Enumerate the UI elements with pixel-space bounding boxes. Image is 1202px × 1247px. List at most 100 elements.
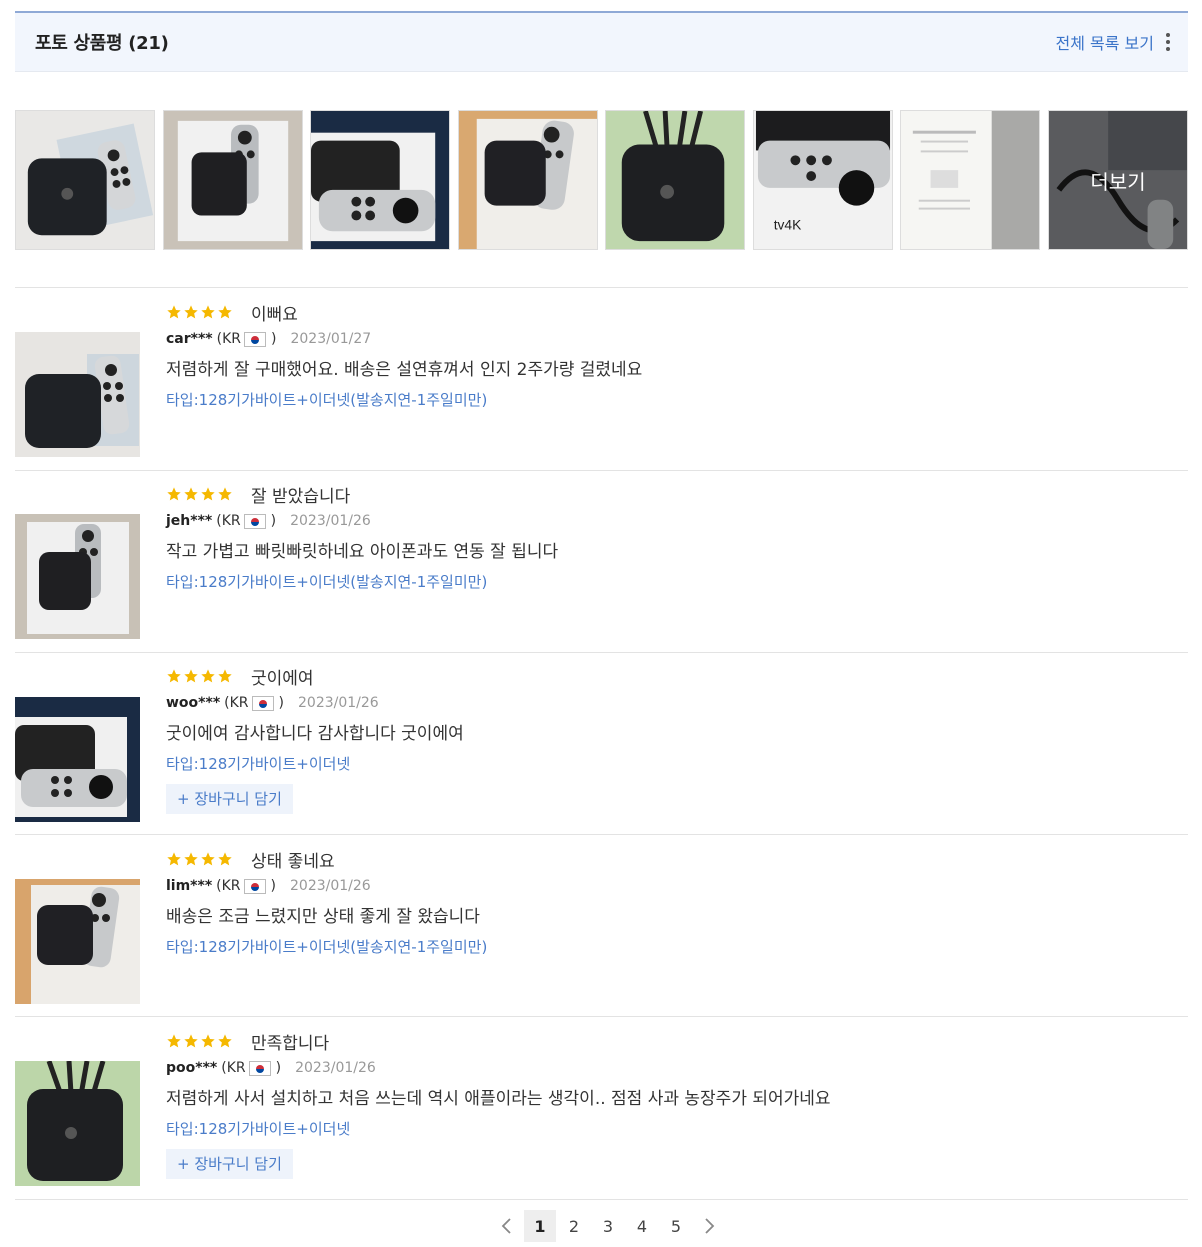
- gallery-photo[interactable]: [15, 110, 155, 250]
- apple-tv-package-open-icon: [459, 111, 597, 249]
- page-1[interactable]: 1: [524, 1210, 556, 1242]
- star-icon: [218, 852, 232, 866]
- review-photo[interactable]: [15, 332, 140, 457]
- korea-flag-icon: [243, 513, 266, 529]
- divider: [15, 1016, 1188, 1017]
- star-icon: [218, 487, 232, 501]
- star-icon: [167, 669, 181, 683]
- divider: [15, 287, 1188, 288]
- photo-review-header: 포토 상품평 (21) 전체 목록 보기: [15, 11, 1188, 72]
- review-content: 굿이에여 감사합니다 감사합니다 굿이에여: [166, 724, 464, 744]
- korea-flag-icon: [243, 878, 266, 894]
- purchase-option: 타입:128기가바이트+이더넷: [166, 755, 351, 773]
- rating-stars: [166, 851, 233, 867]
- rating-stars: [166, 486, 233, 502]
- section-title: 포토 상품평 (21): [35, 33, 169, 54]
- apple-tv-box-and-remote-icon: [16, 111, 154, 249]
- star-icon: [201, 305, 215, 319]
- gallery-photo[interactable]: [458, 110, 598, 250]
- apple-tv-package-open-icon: [15, 879, 140, 1004]
- chevron-left-icon: [501, 1218, 511, 1234]
- star-icon: [201, 487, 215, 501]
- apple-tv-box-cables-icon: [15, 1061, 140, 1186]
- apple-tv-package-icon: [15, 514, 140, 639]
- star-icon: [218, 1034, 232, 1048]
- apple-tv-box-cables-icon: [606, 111, 744, 249]
- gallery-photo[interactable]: tv4K: [753, 110, 893, 250]
- review-user: woo***: [166, 695, 221, 711]
- more-label: 더보기: [1049, 111, 1187, 249]
- apple-tv-package-icon: [164, 111, 302, 249]
- star-icon: [184, 852, 198, 866]
- gallery-photo[interactable]: [605, 110, 745, 250]
- review-content: 저렴하게 잘 구매했어요. 배송은 설연휴껴서 인지 2주가량 걸렸네요: [166, 360, 643, 380]
- star-icon: [184, 669, 198, 683]
- country-code: KR: [221, 513, 241, 529]
- divider: [15, 470, 1188, 471]
- review-content: 작고 가볍고 빠릿빠릿하네요 아이폰과도 연동 잘 됩니다: [166, 542, 559, 562]
- documents-pack-icon: [901, 111, 1039, 249]
- star-icon: [167, 852, 181, 866]
- star-icon: [184, 487, 198, 501]
- review-user: car***: [166, 331, 213, 347]
- apple-tv-4k-box-icon: tv4K: [754, 111, 892, 249]
- purchase-option: 타입:128기가바이트+이더넷(발송지연-1주일미만): [166, 573, 488, 591]
- korea-flag-icon: [248, 1060, 271, 1076]
- page-4[interactable]: 4: [626, 1210, 658, 1242]
- review-photo[interactable]: [15, 1061, 140, 1186]
- gallery-photo[interactable]: [900, 110, 1040, 250]
- rating-stars: [166, 304, 233, 320]
- photo-gallery: tv4K 더보기: [15, 110, 1188, 250]
- review-user: poo***: [166, 1060, 218, 1076]
- review-photo[interactable]: [15, 697, 140, 822]
- korea-flag-icon: [244, 331, 267, 347]
- svg-text:tv4K: tv4K: [774, 217, 802, 232]
- star-icon: [218, 305, 232, 319]
- gallery-photo[interactable]: [310, 110, 450, 250]
- prev-page-button[interactable]: [491, 1210, 523, 1242]
- star-icon: [167, 487, 181, 501]
- star-icon: [201, 852, 215, 866]
- review-user: lim***: [166, 878, 213, 894]
- page-3[interactable]: 3: [592, 1210, 624, 1242]
- review-photo[interactable]: [15, 879, 140, 1004]
- review-content: 저렴하게 사서 설치하고 처음 쓰는데 역시 애플이라는 생각이.. 점점 사과…: [166, 1089, 831, 1109]
- star-icon: [167, 305, 181, 319]
- apple-tv-package-remote-icon: [15, 697, 140, 822]
- gallery-photo[interactable]: [163, 110, 303, 250]
- review-headline: 상태 좋네요: [251, 851, 335, 872]
- country-code: KR: [222, 331, 242, 347]
- star-icon: [184, 305, 198, 319]
- view-all-label: 전체 목록 보기: [1055, 34, 1155, 53]
- more-vertical-icon[interactable]: [1162, 33, 1174, 51]
- review-headline: 만족합니다: [251, 1033, 330, 1054]
- rating-stars: [166, 668, 233, 684]
- next-page-button[interactable]: [693, 1210, 725, 1242]
- country-code: KR: [221, 878, 241, 894]
- add-to-cart-button[interactable]: + 장바구니 담기: [166, 784, 293, 814]
- pagination: 1 2 3 4 5: [0, 1210, 1202, 1242]
- apple-tv-box-and-remote-icon: [15, 332, 140, 457]
- view-all-link[interactable]: 전체 목록 보기: [1056, 30, 1175, 54]
- rating-stars: [166, 1033, 233, 1049]
- gallery-more[interactable]: 더보기: [1048, 110, 1188, 250]
- review-headline: 굿이에여: [251, 668, 314, 689]
- add-to-cart-button[interactable]: + 장바구니 담기: [166, 1149, 293, 1179]
- divider: [15, 652, 1188, 653]
- divider: [15, 1199, 1188, 1200]
- country-code: KR: [226, 1060, 246, 1076]
- review-photo[interactable]: [15, 514, 140, 639]
- review-content: 배송은 조금 느렸지만 상태 좋게 잘 왔습니다: [166, 907, 480, 927]
- review-headline: 이뻐요: [251, 304, 298, 325]
- purchase-option: 타입:128기가바이트+이더넷(발송지연-1주일미만): [166, 938, 488, 956]
- star-icon: [201, 1034, 215, 1048]
- review-date: 2023/01/26: [298, 695, 379, 711]
- review-user: jeh***: [166, 513, 213, 529]
- star-icon: [201, 669, 215, 683]
- review-date: 2023/01/26: [295, 1060, 376, 1076]
- star-icon: [184, 1034, 198, 1048]
- review-headline: 잘 받았습니다: [251, 486, 351, 507]
- star-icon: [218, 669, 232, 683]
- page-2[interactable]: 2: [558, 1210, 590, 1242]
- page-5[interactable]: 5: [660, 1210, 692, 1242]
